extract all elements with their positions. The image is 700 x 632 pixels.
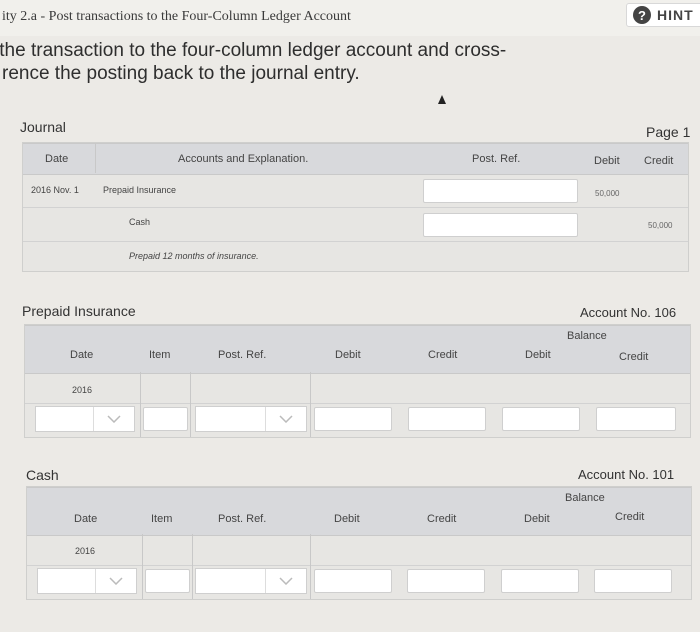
ledger-header-credit: Credit <box>428 349 458 361</box>
ledger-balance-debit-input[interactable] <box>502 407 580 431</box>
journal-header-row <box>23 143 688 175</box>
journal-explanation: Prepaid 12 months of insurance. <box>129 251 259 261</box>
instruction-line-1: :the transaction to the four-column ledg… <box>0 40 507 61</box>
journal-header-accounts: Accounts and Explanation. <box>178 153 309 165</box>
ledger-credit-input[interactable] <box>408 407 486 431</box>
ledger-debit-input[interactable] <box>314 407 392 431</box>
ledger-title-prepaid-insurance: Prepaid Insurance <box>22 303 136 319</box>
journal-page-number: Page 1 <box>646 124 691 140</box>
question-circle-icon: ? <box>633 6 651 24</box>
journal-header-date: Date <box>45 153 69 165</box>
ledger-header-debit: Debit <box>334 513 360 525</box>
hint-button[interactable]: ? HINT <box>626 3 700 27</box>
ledger-header-item: Item <box>151 513 173 525</box>
ledger-balance-label: Balance <box>565 492 605 504</box>
chevron-down-icon <box>265 407 306 431</box>
ledger-post-ref-select[interactable] <box>195 406 307 432</box>
ledger-balance-label: Balance <box>567 330 607 342</box>
ledger-header-debit: Debit <box>335 349 361 361</box>
journal-row-account: Prepaid Insurance <box>103 185 177 195</box>
ledger-debit-input[interactable] <box>314 569 392 593</box>
ledger-account-no: Account No. 106 <box>580 305 677 320</box>
ledger-table-prepaid-insurance: Balance Date Item Post. Ref. Debit Credi… <box>24 324 691 438</box>
chevron-down-icon <box>93 407 134 431</box>
journal-row-date: 2016 Nov. 1 <box>31 185 79 195</box>
ledger-balance-debit-input[interactable] <box>501 569 579 593</box>
ledger-year: 2016 <box>75 546 96 556</box>
ledger-header-item: Item <box>149 349 171 361</box>
chevron-down-icon <box>265 569 306 593</box>
chevron-down-icon <box>95 569 136 593</box>
ledger-header-balance-debit: Debit <box>524 513 550 525</box>
journal-header-post-ref: Post. Ref. <box>472 153 521 165</box>
ledger-header-post-ref: Post. Ref. <box>218 513 267 525</box>
ledger-header-date: Date <box>70 349 94 361</box>
ledger-table-cash: Balance Date Item Post. Ref. Debit Credi… <box>26 486 692 600</box>
ledger-item-input[interactable] <box>145 569 190 593</box>
ledger-date-select[interactable] <box>37 568 137 594</box>
mouse-cursor-icon <box>438 95 446 104</box>
ledger-header-balance-credit: Credit <box>615 511 645 523</box>
instruction-line-2: rence the posting back to the journal en… <box>2 63 360 84</box>
post-ref-input-2[interactable] <box>423 213 578 237</box>
ledger-header-date: Date <box>74 513 98 525</box>
ledger-header-credit: Credit <box>427 513 457 525</box>
hint-label: HINT <box>657 7 694 23</box>
ledger-balance-credit-input[interactable] <box>596 407 676 431</box>
journal-header-debit: Debit <box>594 155 620 167</box>
ledger-balance-credit-input[interactable] <box>594 569 672 593</box>
ledger-post-ref-select[interactable] <box>195 568 307 594</box>
activity-title: ity 2.a - Post transactions to the Four-… <box>2 9 351 24</box>
journal-table: Date Accounts and Explanation. Post. Ref… <box>22 142 689 272</box>
journal-row-debit: 50,000 <box>595 189 620 198</box>
ledger-account-no: Account No. 101 <box>578 467 675 482</box>
journal-header-credit: Credit <box>644 155 674 167</box>
ledger-header-balance-debit: Debit <box>525 349 551 361</box>
ledger-credit-input[interactable] <box>407 569 485 593</box>
ledger-date-select[interactable] <box>35 406 135 432</box>
post-ref-input-1[interactable] <box>423 179 578 203</box>
ledger-year: 2016 <box>72 385 93 395</box>
ledger-title-cash: Cash <box>26 467 59 483</box>
journal-title: Journal <box>20 119 66 135</box>
ledger-item-input[interactable] <box>143 407 188 431</box>
journal-row-account: Cash <box>129 217 151 227</box>
ledger-header-balance-credit: Credit <box>619 351 649 363</box>
journal-row-credit: 50,000 <box>648 221 673 230</box>
ledger-header-post-ref: Post. Ref. <box>218 349 267 361</box>
